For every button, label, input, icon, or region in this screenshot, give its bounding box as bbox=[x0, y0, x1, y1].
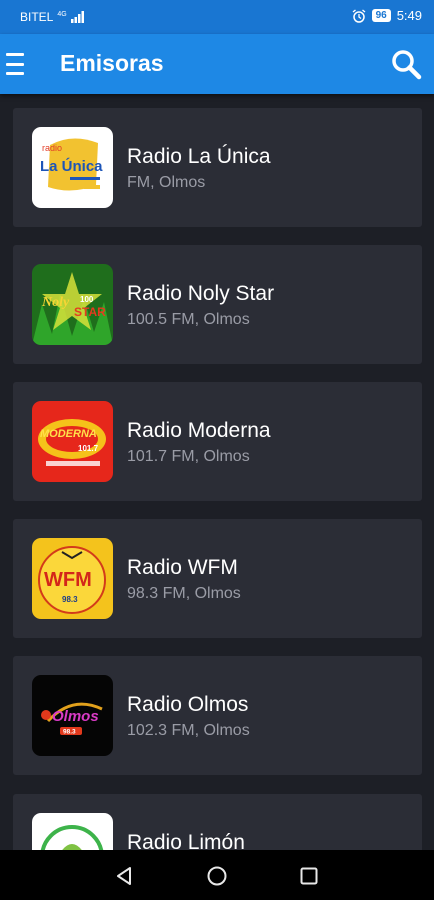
svg-text:Olmos: Olmos bbox=[52, 708, 99, 725]
svg-text:Noly: Noly bbox=[41, 295, 70, 310]
station-name: Radio Noly Star bbox=[127, 282, 275, 305]
station-card-la-unica[interactable]: radio La Única Radio La Única FM, Olmos bbox=[13, 108, 422, 227]
svg-text:STAR: STAR bbox=[74, 305, 106, 319]
status-left: BITEL 4G bbox=[20, 10, 85, 24]
page-title: Emisoras bbox=[60, 50, 164, 76]
station-name: Radio Moderna bbox=[127, 419, 271, 442]
station-meta: FM, Olmos bbox=[127, 174, 206, 191]
svg-text:98.3: 98.3 bbox=[63, 729, 76, 736]
station-name: Radio Olmos bbox=[127, 693, 249, 716]
home-circle-icon[interactable] bbox=[206, 865, 228, 887]
recents-square-icon[interactable] bbox=[298, 865, 320, 887]
station-card-wfm[interactable]: WFM 98.3 Radio WFM 98.3 FM, Olmos bbox=[13, 519, 422, 638]
noly-star-logo: Noly 100 STAR bbox=[32, 264, 113, 345]
la-unica-logo: radio La Única bbox=[32, 127, 113, 208]
status-right: 96 5:49 bbox=[352, 8, 422, 23]
station-name: Radio WFM bbox=[127, 556, 238, 579]
station-meta: 98.3 FM, Olmos bbox=[127, 585, 241, 602]
svg-text:radio: radio bbox=[42, 143, 62, 153]
wfm-logo: WFM 98.3 bbox=[32, 538, 113, 619]
station-meta: 100.5 FM, Olmos bbox=[127, 311, 250, 328]
station-name: Radio La Única bbox=[127, 145, 271, 168]
svg-text:WFM: WFM bbox=[44, 569, 92, 591]
svg-text:La Única: La Única bbox=[40, 157, 103, 175]
signal-icon bbox=[70, 11, 84, 23]
station-card-noly-star[interactable]: Noly 100 STAR Radio Noly Star 100.5 FM, … bbox=[13, 245, 422, 364]
limon-logo bbox=[32, 813, 113, 850]
station-meta: 102.3 FM, Olmos bbox=[127, 722, 250, 739]
app-bar: Emisoras bbox=[0, 34, 434, 94]
station-list[interactable]: radio La Única Radio La Única FM, Olmos … bbox=[0, 94, 434, 850]
station-card-olmos[interactable]: Olmos 98.3 Radio Olmos 102.3 FM, Olmos bbox=[13, 656, 422, 775]
olmos-logo: Olmos 98.3 bbox=[32, 675, 113, 756]
network-type: 4G bbox=[57, 10, 67, 18]
svg-text:98.3: 98.3 bbox=[62, 595, 78, 604]
moderna-logo: MODERNA 101.7 bbox=[32, 401, 113, 482]
back-triangle-icon[interactable] bbox=[114, 865, 136, 887]
status-bar: BITEL 4G 96 5:49 bbox=[0, 0, 434, 34]
clock: 5:49 bbox=[396, 8, 422, 23]
navigation-bar bbox=[0, 850, 434, 900]
station-card-moderna[interactable]: MODERNA 101.7 Radio Moderna 101.7 FM, Ol… bbox=[13, 382, 422, 501]
carrier-label: BITEL bbox=[20, 10, 54, 24]
svg-text:101.7: 101.7 bbox=[78, 444, 99, 453]
svg-text:100: 100 bbox=[80, 295, 94, 304]
station-name: Radio Limón bbox=[127, 831, 245, 850]
svg-text:MODERNA: MODERNA bbox=[40, 428, 97, 440]
search-icon[interactable] bbox=[390, 48, 422, 80]
hamburger-menu-icon[interactable] bbox=[6, 50, 30, 78]
station-card-limon[interactable]: Radio Limón bbox=[13, 794, 422, 850]
station-meta: 101.7 FM, Olmos bbox=[127, 448, 250, 465]
alarm-icon bbox=[352, 8, 365, 23]
battery-icon: 96 bbox=[371, 9, 391, 22]
